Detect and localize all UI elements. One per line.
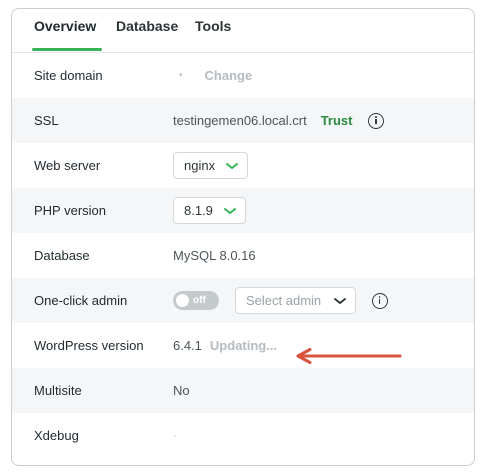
toggle-state-label: off [193, 295, 206, 306]
multisite-value: No [173, 383, 190, 398]
site-overview-card: Overview Database Tools Site domain • Ch… [11, 8, 475, 466]
admin-user-select[interactable]: Select admin [235, 287, 356, 314]
row-xdebug: Xdebug · [12, 413, 474, 458]
row-ssl: SSL testingemen06.local.crt Trust [12, 98, 474, 143]
row-database: Database MySQL 8.0.16 [12, 233, 474, 278]
web-server-value: nginx [173, 152, 249, 179]
tab-bar: Overview Database Tools [12, 9, 474, 53]
toggle-knob [176, 294, 189, 307]
info-icon[interactable] [372, 292, 388, 309]
php-version-value: 8.1.9 [173, 197, 246, 224]
site-domain-label: Site domain [34, 68, 103, 83]
web-server-selected: nginx [184, 158, 216, 173]
database-version: MySQL 8.0.16 [173, 248, 256, 263]
xdebug-state: · [173, 428, 178, 443]
trust-link[interactable]: Trust [321, 113, 353, 128]
row-site-domain: Site domain • Change [12, 53, 474, 98]
info-icon[interactable] [368, 112, 385, 129]
one-click-admin-toggle[interactable]: off [173, 291, 219, 310]
ssl-value: testingemen06.local.crt Trust [173, 112, 385, 129]
wordpress-version-number: 6.4.1 [173, 338, 202, 353]
one-click-admin-label: One-click admin [34, 293, 128, 308]
row-php-version: PHP version 8.1.9 [12, 188, 474, 233]
xdebug-label: Xdebug [34, 428, 79, 443]
php-version-select[interactable]: 8.1.9 [173, 197, 246, 224]
php-version-selected: 8.1.9 [184, 203, 213, 218]
web-server-label: Web server [34, 158, 101, 173]
row-wordpress-version: WordPress version 6.4.1 Updating... [12, 323, 474, 368]
admin-select-placeholder: Select admin [246, 293, 322, 308]
updating-status: Updating... [209, 338, 278, 353]
tab-database[interactable]: Database [116, 17, 178, 43]
change-domain-link[interactable]: Change [205, 68, 253, 83]
row-one-click-admin: One-click admin off Select admin [12, 278, 474, 323]
site-domain-value: • Change [173, 68, 252, 83]
multisite-label: Multisite [34, 383, 82, 398]
ssl-cert-name: testingemen06.local.crt [173, 113, 307, 128]
tab-overview-label: Overview [34, 18, 97, 34]
wordpress-version-value: 6.4.1 Updating... [173, 338, 277, 353]
xdebug-value: · [173, 428, 177, 443]
database-label: Database [34, 248, 90, 263]
database-value: MySQL 8.0.16 [173, 248, 256, 263]
chevron-down-icon [223, 207, 236, 214]
tab-overview[interactable]: Overview [32, 17, 103, 51]
chevron-down-icon [334, 297, 346, 304]
chevron-down-icon [226, 162, 239, 169]
row-multisite: Multisite No [12, 368, 474, 413]
site-domain-dot: • [179, 70, 183, 81]
wordpress-version-label: WordPress version [34, 338, 144, 353]
row-web-server: Web server nginx [12, 143, 474, 188]
web-server-select[interactable]: nginx [173, 152, 249, 179]
tab-tools[interactable]: Tools [195, 17, 231, 43]
multisite-state: No [173, 383, 190, 398]
ssl-label: SSL [34, 113, 59, 128]
php-version-label: PHP version [34, 203, 107, 218]
active-tab-indicator [32, 48, 103, 51]
one-click-admin-value: off Select admin [173, 287, 388, 314]
tab-tools-label: Tools [195, 18, 232, 34]
tab-database-label: Database [116, 18, 179, 34]
arrow-left-icon [296, 348, 402, 364]
